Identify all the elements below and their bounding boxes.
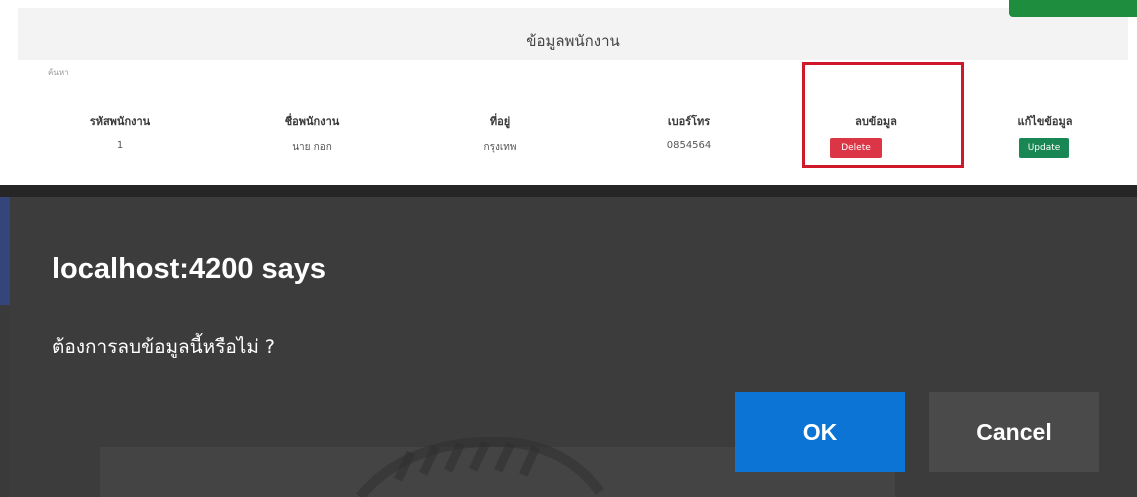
cell-address: กรุงเทพ bbox=[483, 142, 517, 153]
ok-button[interactable]: OK bbox=[735, 392, 905, 472]
employee-page: ข้อมูลพนักงาน ค้นหา รหัสพนักงาน ชื่อพนัก… bbox=[0, 0, 1137, 185]
dialog-title: localhost:4200 says bbox=[52, 253, 327, 285]
column-header-employee-name: ชื่อพนักงาน bbox=[284, 115, 340, 128]
page-header: ข้อมูลพนักงาน bbox=[18, 8, 1128, 60]
column-header-phone: เบอร์โทร bbox=[667, 115, 711, 128]
cell-employee-id: 1 bbox=[116, 140, 124, 151]
confirm-dialog: localhost:4200 says ต้องการลบข้อมูลนี้หร… bbox=[10, 197, 1137, 497]
cell-employee-name: นาย กอก bbox=[292, 142, 332, 153]
background-page-strip bbox=[0, 197, 10, 305]
cell-phone: 0854564 bbox=[666, 140, 712, 151]
column-header-update: แก้ไขข้อมูล bbox=[1017, 115, 1073, 128]
page-title: ข้อมูลพนักงาน bbox=[526, 32, 620, 50]
column-header-address: ที่อยู่ bbox=[489, 115, 511, 128]
update-button[interactable]: Update bbox=[1019, 138, 1069, 158]
cancel-button[interactable]: Cancel bbox=[929, 392, 1099, 472]
top-right-green-button[interactable] bbox=[1009, 0, 1137, 17]
dialog-message: ต้องการลบข้อมูลนี้หรือไม่ ? bbox=[52, 336, 276, 358]
search-label: ค้นหา bbox=[48, 68, 69, 77]
delete-column-highlight bbox=[802, 62, 964, 168]
column-header-employee-id: รหัสพนักงาน bbox=[89, 115, 151, 128]
dialog-backdrop: localhost:4200 says ต้องการลบข้อมูลนี้หร… bbox=[0, 185, 1137, 497]
